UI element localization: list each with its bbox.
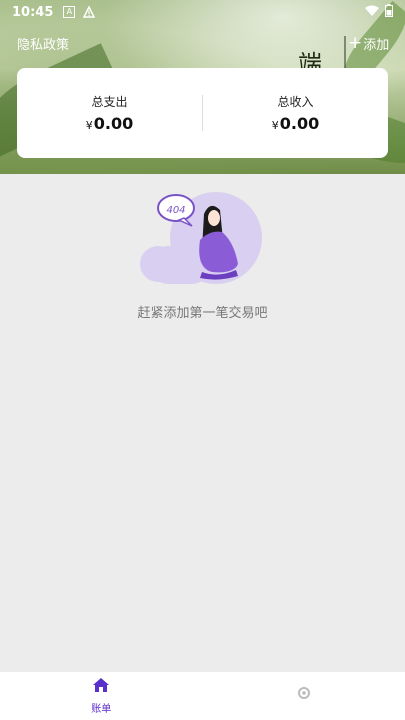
currency-symbol: ¥ [85,119,93,132]
battery-icon [385,3,393,21]
wifi-icon [365,5,379,20]
empty-state-illustration: 404 [138,188,262,288]
warning-icon [83,6,96,18]
nav-bills[interactable]: 账单 [0,672,203,720]
expense-label: 总支出 [91,95,128,109]
status-time: 10:45 [12,4,54,20]
income-amount: ¥0.00 [203,114,388,133]
summary-card: 总支出 ¥0.00 总收入 ¥0.00 [17,68,388,158]
expense-summary: 总支出 ¥0.00 [17,93,202,133]
plus-icon: + [348,33,363,53]
income-value: 0.00 [279,114,320,133]
home-icon [92,677,110,697]
status-bar: 10:45 A [0,0,405,24]
expense-value: 0.00 [93,114,134,133]
notification-a-icon: A [63,6,76,18]
income-summary: 总收入 ¥0.00 [203,93,388,133]
nav-bills-label: 账单 [91,704,112,715]
currency-symbol: ¥ [271,119,279,132]
settings-icon [295,685,313,705]
add-transaction-button[interactable]: + 添加 [348,33,390,54]
empty-state-message: 赶紧添加第一笔交易吧 [137,306,268,321]
illustration-badge-text: 404 [166,205,185,216]
nav-settings[interactable] [203,672,405,720]
expense-amount: ¥0.00 [17,114,202,133]
income-label: 总收入 [277,95,314,109]
privacy-policy-link[interactable]: 隐私政策 [17,34,69,53]
bottom-navigation: 账单 [0,672,405,720]
add-button-label: 添加 [363,38,390,53]
